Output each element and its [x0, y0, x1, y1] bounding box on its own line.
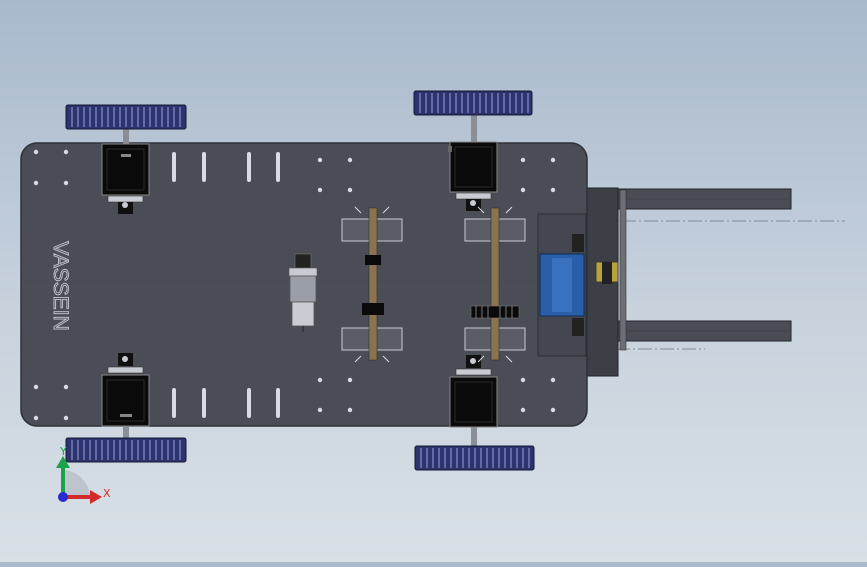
wheel-rear-right — [65, 425, 187, 463]
triad-y-label: Y — [59, 445, 67, 458]
fork-assembly — [583, 187, 792, 377]
robot-chassis-drawing: VASSEIN Y X — [20, 90, 845, 504]
wheel-front-left — [413, 90, 533, 144]
triad-x-label: X — [103, 487, 111, 500]
cad-viewport[interactable]: VASSEIN Y X — [0, 0, 867, 562]
wheel-front-right — [414, 425, 535, 471]
chassis-lettering: VASSEIN — [49, 241, 72, 330]
wheel-rear-left — [65, 104, 187, 146]
